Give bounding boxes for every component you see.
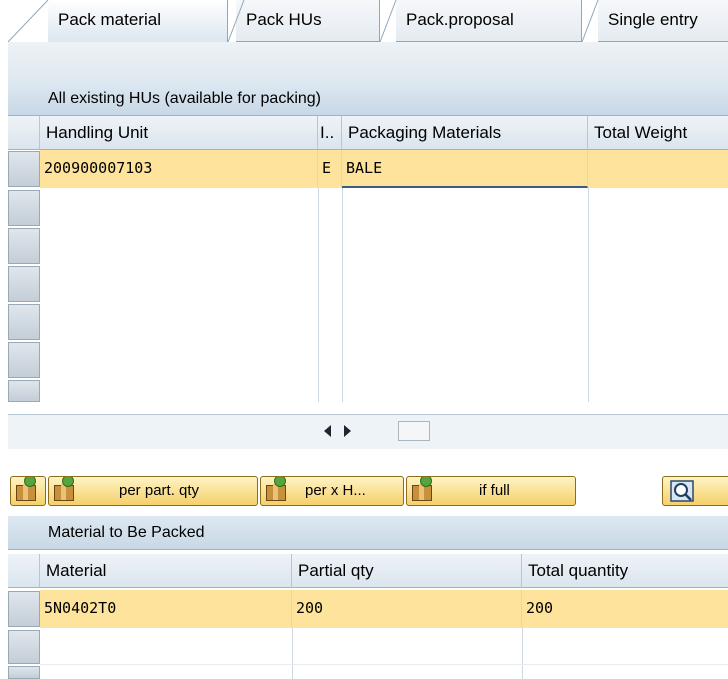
hu-col-divider <box>588 188 589 402</box>
pack-per-part-qty-label: per part. qty <box>119 482 200 499</box>
mat-cell-material[interactable]: 5N0402T0 <box>40 590 292 628</box>
hu-col-indicator-label: I.. <box>320 123 335 142</box>
pack-if-full-label: if full <box>479 482 510 499</box>
mat-col-total-quantity-label: Total quantity <box>528 561 629 580</box>
tab-slants <box>7 0 599 42</box>
package-icon <box>410 477 432 501</box>
mat-row-selector[interactable] <box>8 630 40 664</box>
hu-col-handling-unit[interactable]: Handling Unit <box>40 116 318 150</box>
pack-per-x-hu-label: per x H... <box>305 482 366 499</box>
mat-col-partial-qty[interactable]: Partial qty <box>292 554 522 588</box>
hu-cell-total-weight[interactable] <box>588 150 728 188</box>
hu-cell-handling-unit[interactable]: 200900007103 <box>40 150 318 188</box>
hu-row-selector[interactable] <box>8 228 40 264</box>
material-section-title-text: Material to Be Packed <box>48 524 205 541</box>
hu-cell-handling-unit-value: 200900007103 <box>44 159 153 177</box>
hu-section-title: All existing HUs (available for packing) <box>8 82 728 116</box>
mat-col-divider <box>292 628 293 679</box>
magnifier-icon <box>670 480 694 502</box>
hu-col-packaging-materials[interactable]: Packaging Materials <box>342 116 588 150</box>
hu-table: Handling Unit I.. Packaging Materials To… <box>8 116 728 418</box>
hu-cell-indicator[interactable]: E <box>318 150 342 188</box>
mat-col-partial-qty-label: Partial qty <box>298 561 374 580</box>
hu-row-selector[interactable] <box>8 190 40 226</box>
hu-cell-packaging-material[interactable]: BALE <box>342 150 588 188</box>
hu-row-selector[interactable] <box>8 380 40 402</box>
hu-col-handling-unit-label: Handling Unit <box>46 123 149 142</box>
pack-if-full-button[interactable]: if full <box>406 476 576 506</box>
mat-cell-material-value: 5N0402T0 <box>44 599 117 617</box>
pack-per-part-qty-button[interactable]: per part. qty <box>48 476 258 506</box>
pack-button[interactable] <box>10 476 46 506</box>
tab-content-band <box>8 42 728 82</box>
package-icon <box>264 477 286 501</box>
mat-row-selector[interactable] <box>8 591 40 627</box>
tab-strip: Pack material Pack HUs Pack.proposal Sin… <box>0 0 728 43</box>
hu-row-selector[interactable] <box>8 342 40 378</box>
hu-header-corner[interactable] <box>8 116 40 150</box>
mat-cell-partial-qty[interactable]: 200 <box>292 590 522 628</box>
mat-col-divider <box>522 628 523 679</box>
mat-cell-partial-qty-value: 200 <box>296 599 324 617</box>
details-button[interactable] <box>662 476 728 506</box>
hu-cell-indicator-value: E <box>322 159 332 177</box>
hu-row-selector[interactable] <box>8 266 40 302</box>
material-table: Material Partial qty Total quantity 5N04… <box>8 554 728 679</box>
package-icon <box>52 477 74 501</box>
hu-col-packaging-materials-label: Packaging Materials <box>348 123 502 142</box>
hu-section-title-text: All existing HUs (available for packing) <box>48 90 321 107</box>
mat-row-selector[interactable] <box>8 666 40 679</box>
mat-col-total-quantity[interactable]: Total quantity <box>522 554 728 588</box>
scroll-left-icon[interactable] <box>324 425 331 437</box>
mat-cell-total-quantity-value: 200 <box>526 599 554 617</box>
mat-header-corner[interactable] <box>8 554 40 588</box>
hu-cell-packaging-material-value: BALE <box>346 159 383 177</box>
mat-row-line <box>40 664 728 665</box>
hu-col-total-weight-label: Total Weight <box>594 123 688 142</box>
hu-col-divider <box>342 188 343 402</box>
package-icon <box>14 477 36 501</box>
hu-col-total-weight[interactable]: Total Weight <box>588 116 728 150</box>
hu-col-indicator[interactable]: I.. <box>318 116 342 150</box>
mat-col-material[interactable]: Material <box>40 554 292 588</box>
hu-row-selector[interactable] <box>8 151 40 187</box>
scroll-right-icon[interactable] <box>344 425 351 437</box>
mat-cell-total-quantity[interactable]: 200 <box>522 590 728 628</box>
hu-horizontal-scrollbar[interactable] <box>8 414 728 449</box>
mat-col-material-label: Material <box>46 561 107 580</box>
material-section-title: Material to Be Packed <box>8 516 728 550</box>
hu-row-selector[interactable] <box>8 304 40 340</box>
hu-col-divider <box>318 188 319 402</box>
pack-per-x-hu-button[interactable]: per x H... <box>260 476 404 506</box>
scroll-thumb[interactable] <box>398 421 430 441</box>
